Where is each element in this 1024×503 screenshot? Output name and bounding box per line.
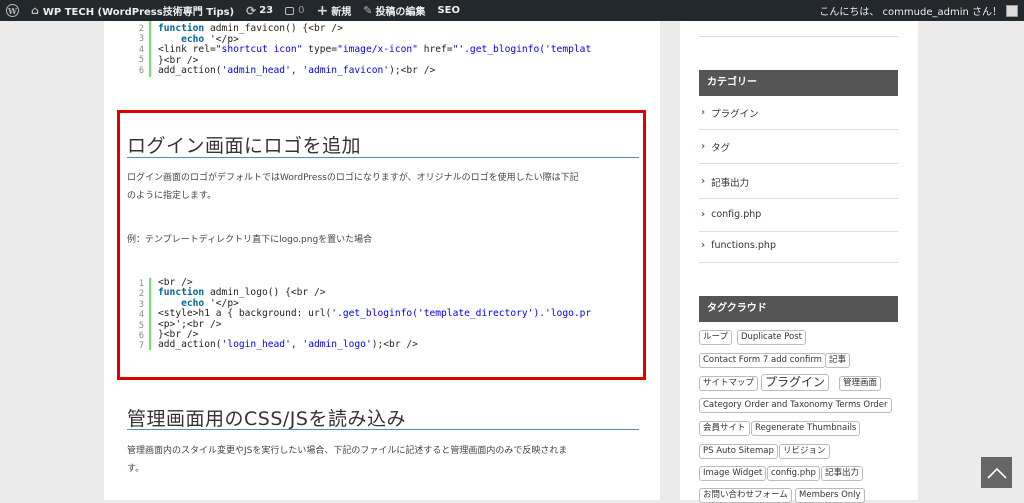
- category-label: プラグイン: [711, 108, 759, 120]
- edit-post-link[interactable]: ✎ 投稿の編集: [357, 0, 431, 21]
- chevron-right-icon: ›: [701, 240, 706, 251]
- code-gutter-bar: [149, 278, 151, 350]
- line-numbers: 2 3 4 5 6: [127, 24, 144, 76]
- wordpress-logo-icon: W: [6, 4, 19, 17]
- line-numbers: 1 2 3 4 5 6 7: [127, 279, 144, 350]
- tag-link[interactable]: サイトマップ: [699, 376, 759, 391]
- code-lines: <br /> function admin_logo() {<br /> ech…: [158, 278, 592, 350]
- seo-link[interactable]: SEO: [431, 0, 466, 21]
- paragraph-intro: ログイン画面のロゴがデフォルトではWordPressのロゴになりますが、オリジナ…: [127, 169, 642, 205]
- line-number: 4: [138, 44, 144, 55]
- tag-link[interactable]: Duplicate Post: [737, 330, 806, 345]
- line-number: 3: [138, 299, 144, 310]
- title-underline: [127, 429, 639, 430]
- tag-link[interactable]: PS Auto Sitemap: [699, 444, 778, 459]
- line-number: 5: [138, 55, 144, 66]
- code-lines: <br /> function admin_favicon() {<br /> …: [158, 21, 592, 77]
- paragraph-line: す。: [127, 464, 145, 474]
- line-number: 3: [138, 34, 144, 45]
- section-title-login-logo: ログイン画面にロゴを追加: [127, 135, 362, 157]
- sidebar-category-plugin[interactable]: › プラグイン: [699, 96, 898, 130]
- paragraph-admin-css: 管理画面内のスタイル変更やJSを実行したい場合、下記のファイルに記述すると管理画…: [127, 442, 642, 478]
- category-label: config.php: [711, 209, 762, 220]
- chevron-right-icon: ›: [701, 141, 706, 152]
- seo-label: SEO: [437, 5, 460, 16]
- comment-icon: [285, 6, 295, 15]
- code-gutter-bar: [149, 21, 151, 77]
- chevron-right-icon: ›: [701, 209, 706, 220]
- tag-link[interactable]: Regenerate Thumbnails: [751, 421, 861, 436]
- plus-icon: +: [316, 2, 329, 19]
- pencil-icon: ✎: [363, 4, 373, 17]
- updates-link[interactable]: ⟳ 23: [240, 0, 279, 21]
- tag-link[interactable]: Contact Form 7 add confirm: [699, 353, 826, 368]
- tag-link[interactable]: Members Only: [795, 488, 865, 503]
- tag-link[interactable]: ループ: [699, 330, 732, 345]
- site-name-link[interactable]: ⌂ WP TECH (WordPress技術専門 Tips): [25, 0, 240, 21]
- code-block-login-logo[interactable]: 1 2 3 4 5 6 7 <br /> function admin_logo…: [127, 278, 639, 350]
- paragraph-line: ログイン画面のロゴがデフォルトではWordPressのロゴになりますが、オリジナ…: [127, 173, 579, 183]
- sidebar-category-config-php[interactable]: › config.php: [699, 198, 898, 232]
- line-number: 5: [138, 320, 144, 331]
- chevron-right-icon: ›: [701, 176, 706, 187]
- tag-link[interactable]: 会員サイト: [699, 421, 750, 436]
- tag-link[interactable]: お問い合わせフォーム: [699, 488, 792, 503]
- edit-label: 投稿の編集: [375, 7, 426, 18]
- back-to-top-button[interactable]: [981, 457, 1012, 488]
- tag-link[interactable]: Category Order and Taxonomy Terms Order: [699, 398, 892, 413]
- wp-logo-menu[interactable]: W: [0, 0, 25, 21]
- tag-link[interactable]: Image Widget: [699, 466, 767, 481]
- categories-widget-title: カテゴリー: [699, 70, 898, 96]
- line-number: 2: [138, 289, 144, 300]
- line-number: 7: [138, 341, 144, 350]
- sidebar-category-tag[interactable]: › タグ: [699, 130, 898, 164]
- tag-link[interactable]: config.php: [767, 466, 820, 481]
- tagcloud-widget-title: タグクラウド: [699, 296, 898, 322]
- sidebar-category-article-output[interactable]: › 記事出力: [699, 165, 898, 199]
- category-label: タグ: [711, 142, 731, 154]
- paragraph-line: 管理画面内のスタイル変更やJSを実行したい場合、下記のファイルに記述すると管理画…: [127, 446, 568, 456]
- updates-count: 23: [259, 5, 274, 16]
- new-content-link[interactable]: + 新規: [310, 0, 357, 21]
- tag-link[interactable]: 記事出力: [821, 466, 864, 481]
- new-label: 新規: [331, 7, 352, 18]
- paragraph-line: のように指定します。: [127, 191, 217, 201]
- chevron-right-icon: ›: [701, 107, 706, 118]
- comments-count: 0: [298, 5, 305, 16]
- my-account-link[interactable]: こんにちは、 commude_admin さん！: [813, 0, 1024, 21]
- paragraph-example: 例：テンプレートディレクトリ直下にlogo.pngを置いた場合: [127, 235, 373, 245]
- tag-link[interactable]: プラグイン: [761, 374, 830, 391]
- code-block-favicon[interactable]: 2 3 4 5 6 <br /> function admin_favicon(…: [127, 21, 637, 77]
- line-number: 6: [138, 65, 144, 76]
- line-number: 2: [138, 24, 144, 34]
- line-number: 1: [138, 279, 144, 289]
- line-number: 6: [138, 331, 144, 342]
- line-number: 4: [138, 310, 144, 321]
- admin-bar: W ⌂ WP TECH (WordPress技術専門 Tips) ⟳ 23 0 …: [0, 0, 1024, 21]
- section-title-admin-css-js: 管理画面用のCSS/JSを読み込み: [127, 408, 406, 430]
- greeting-text: こんにちは、 commude_admin さん！: [819, 7, 1002, 18]
- avatar: [1006, 4, 1018, 17]
- title-underline: [127, 157, 639, 158]
- updates-icon: ⟳: [246, 3, 257, 18]
- comments-link[interactable]: 0: [279, 0, 310, 21]
- sidebar-category-functions-php[interactable]: › functions.php: [699, 229, 898, 263]
- tag-link[interactable]: 記事: [825, 353, 851, 368]
- category-label: functions.php: [711, 240, 776, 251]
- sidebar-divider: [699, 36, 898, 37]
- home-icon: ⌂: [31, 4, 39, 17]
- tag-link[interactable]: リビジョン: [779, 444, 830, 459]
- site-name: WP TECH (WordPress技術専門 Tips): [42, 7, 235, 18]
- category-label: 記事出力: [711, 177, 750, 189]
- tag-link[interactable]: 管理画面: [839, 376, 882, 391]
- chevron-up-icon: [986, 467, 1007, 479]
